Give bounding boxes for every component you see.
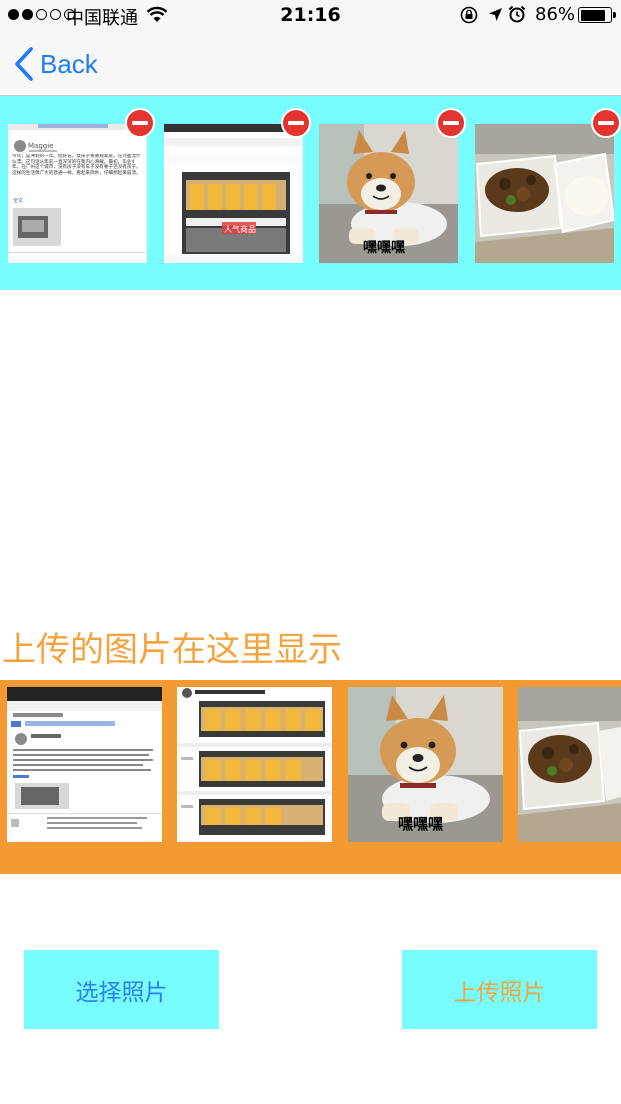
uploaded-photos-strip: 嘿嘿嘿	[0, 680, 621, 874]
uploaded-photo-4[interactable]	[518, 687, 621, 842]
uploaded-photo-1[interactable]	[7, 687, 162, 842]
tag-text: 人气商品	[224, 224, 256, 234]
minus-icon	[288, 121, 304, 125]
delete-photo-1-button[interactable]	[125, 108, 155, 138]
selected-photo-4[interactable]	[475, 124, 614, 263]
selected-photo-1[interactable]: Maggie 今年，是冲刺的一年。挺好说，女孩子要重视家庭，在外面漂什么漂。这句…	[8, 124, 147, 263]
chevron-left-icon	[14, 47, 34, 81]
alarm-clock-icon	[508, 5, 526, 23]
uploaded-section-heading: 上传的图片在这里显示	[2, 630, 342, 670]
post-text: 今年，是冲刺的一年。挺好说，女孩子要重视家庭，在外面漂什么漂。这句话从年前一直深…	[12, 154, 141, 176]
clock: 21:16	[280, 4, 341, 26]
delete-photo-4-button[interactable]	[591, 108, 621, 138]
meme-caption: 嘿嘿嘿	[363, 240, 405, 256]
select-photos-button[interactable]: 选择照片	[24, 950, 219, 1029]
delete-photo-2-button[interactable]	[281, 108, 311, 138]
profile-name: Maggie	[28, 142, 53, 150]
delete-photo-3-button[interactable]	[436, 108, 466, 138]
location-arrow-icon	[488, 7, 503, 22]
battery-percentage: 86%	[535, 4, 576, 25]
minus-icon	[132, 121, 148, 125]
back-label: Back	[40, 48, 98, 79]
selected-photo-2[interactable]: 人气商品	[164, 124, 303, 263]
uploaded-photo-3[interactable]: 嘿嘿嘿	[348, 687, 503, 842]
battery-icon	[578, 7, 616, 23]
selected-photo-3[interactable]: 嘿嘿嘿	[319, 124, 458, 263]
uploaded-photo-2[interactable]	[177, 687, 332, 842]
meme-caption: 嘿嘿嘿	[398, 815, 443, 833]
minus-icon	[443, 121, 459, 125]
status-bar: 中国联通 21:16 86%	[0, 0, 621, 30]
back-button[interactable]: Back	[14, 44, 98, 84]
read-more-link: 全文	[13, 197, 23, 204]
rotation-lock-icon	[460, 6, 478, 24]
navigation-bar: Back	[0, 30, 621, 96]
selected-photos-strip: Maggie 今年，是冲刺的一年。挺好说，女孩子要重视家庭，在外面漂什么漂。这句…	[0, 96, 621, 290]
minus-icon	[598, 121, 614, 125]
upload-photos-button[interactable]: 上传照片	[402, 950, 597, 1029]
